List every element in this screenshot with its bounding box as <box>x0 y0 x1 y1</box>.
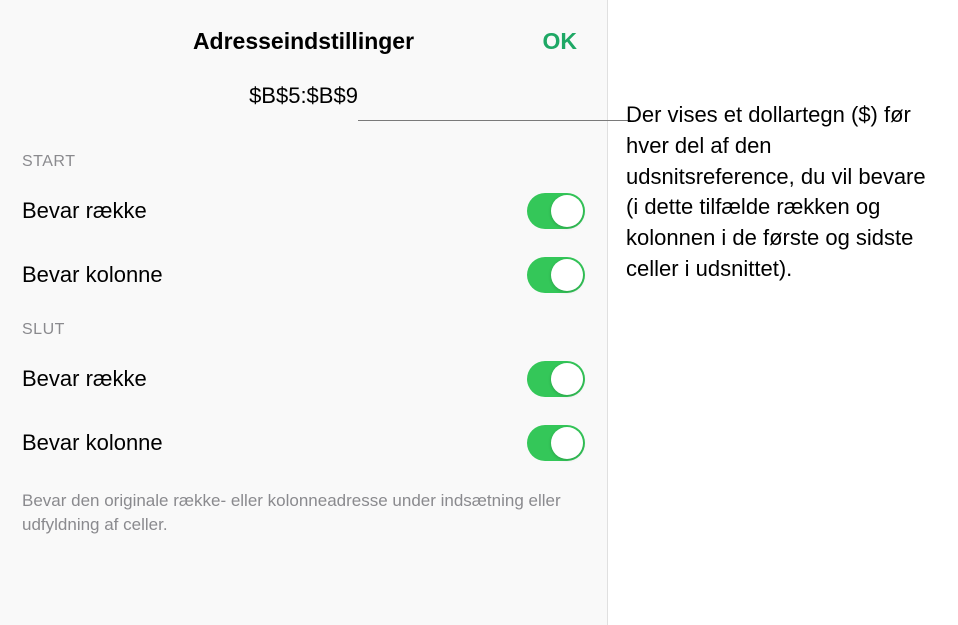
start-preserve-column-toggle[interactable] <box>527 257 585 293</box>
cell-reference-display: $B$5:$B$9 <box>0 65 607 139</box>
address-settings-panel: Adresseindstillinger OK $B$5:$B$9 START … <box>0 0 608 625</box>
end-preserve-row: Bevar række <box>0 347 607 411</box>
annotation-text: Der vises et dollartegn ($) før hver del… <box>626 100 938 285</box>
end-preserve-column-toggle[interactable] <box>527 425 585 461</box>
panel-header: Adresseindstillinger OK <box>0 0 607 65</box>
start-preserve-row-label: Bevar række <box>22 198 147 224</box>
start-preserve-column: Bevar kolonne <box>0 243 607 307</box>
end-preserve-row-label: Bevar række <box>22 366 147 392</box>
end-preserve-column: Bevar kolonne <box>0 411 607 475</box>
annotation-area: Der vises et dollartegn ($) før hver del… <box>608 0 958 625</box>
footer-description: Bevar den originale række- eller kolonne… <box>0 475 607 537</box>
end-section-label: SLUT <box>0 307 607 347</box>
ok-button[interactable]: OK <box>543 28 578 55</box>
end-preserve-row-toggle[interactable] <box>527 361 585 397</box>
panel-title: Adresseindstillinger <box>193 28 414 55</box>
start-preserve-column-label: Bevar kolonne <box>22 262 163 288</box>
end-preserve-column-label: Bevar kolonne <box>22 430 163 456</box>
start-preserve-row-toggle[interactable] <box>527 193 585 229</box>
callout-line <box>358 120 631 121</box>
start-section-label: START <box>0 139 607 179</box>
start-preserve-row: Bevar række <box>0 179 607 243</box>
